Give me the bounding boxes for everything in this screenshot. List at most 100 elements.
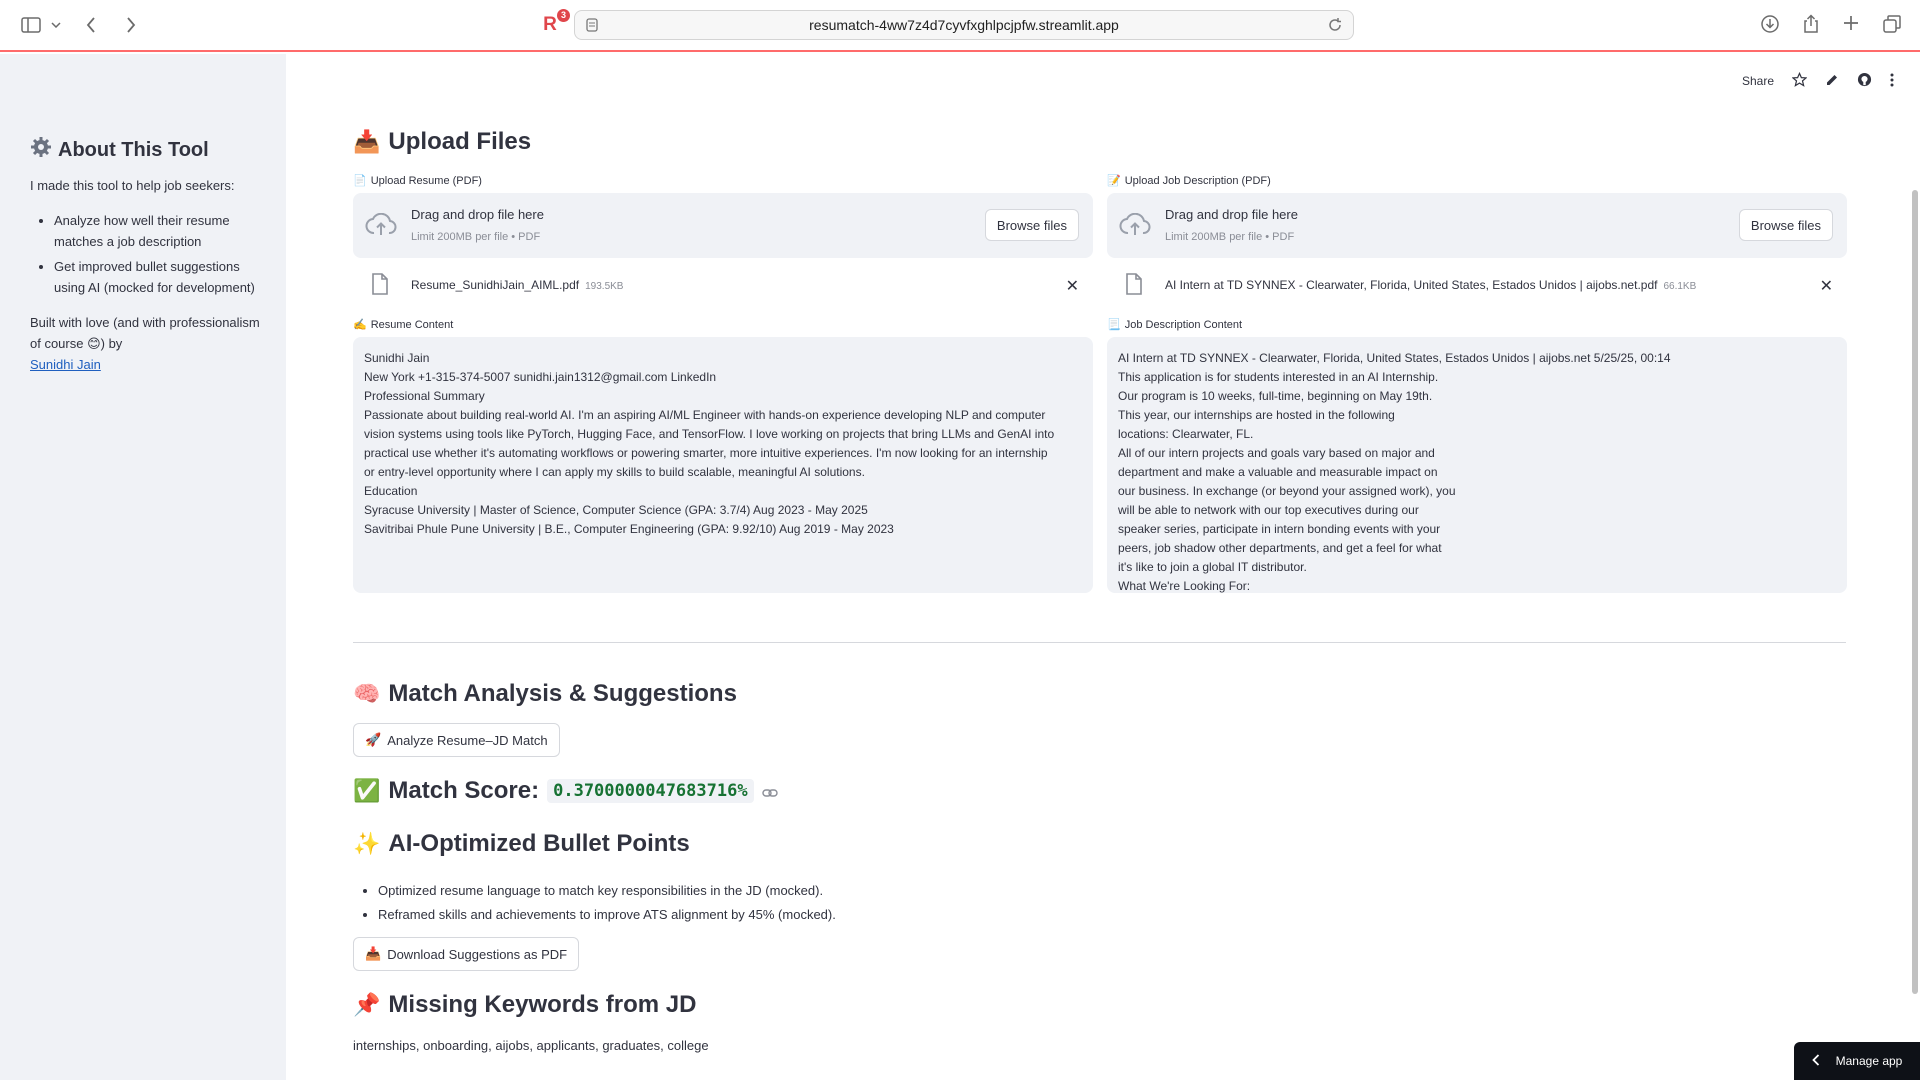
sidebar-footer: Built with love (and with professionalis…: [30, 312, 260, 375]
manage-app-label: Manage app: [1835, 1054, 1903, 1068]
file-icon: [371, 273, 389, 300]
dropzone-title: Drag and drop file here: [411, 207, 544, 222]
edit-icon[interactable]: [1825, 73, 1839, 90]
document-icon: 📃: [1107, 319, 1121, 331]
match-score-label: Match Score:: [388, 777, 540, 804]
dropzone-limit: Limit 200MB per file • PDF: [411, 231, 541, 243]
upload-heading-text: Upload Files: [388, 128, 532, 155]
browser-nav: [20, 14, 142, 36]
resume-content-label: ✍️ Resume Content: [353, 318, 1093, 332]
sidebar-list-item: Analyze how well their resume matches a …: [54, 210, 274, 252]
brain-icon: 🧠: [353, 681, 381, 706]
file-size: 66.1KB: [1663, 281, 1697, 292]
match-score-value: 0.3700000047683716%: [547, 779, 754, 803]
keywords-heading: 📌 Missing Keywords from JD: [353, 991, 696, 1019]
resume-uploaded-file: Resume_SunidhiJain_AIML.pdf 193.5KB ✕: [353, 258, 1093, 312]
link-icon[interactable]: [761, 777, 778, 805]
inbox-tray-icon: 📥: [365, 946, 382, 961]
resume-upload-label: 📄 Upload Resume (PDF): [353, 174, 1093, 188]
gear-icon: [30, 136, 52, 164]
download-icon[interactable]: [1760, 14, 1780, 39]
bullet-item: Optimized resume language to match key r…: [378, 879, 836, 903]
jd-content-label-text: Job Description Content: [1124, 318, 1243, 331]
remove-file-close-icon[interactable]: ✕: [1066, 276, 1079, 296]
jd-content-textarea[interactable]: AI Intern at TD SYNNEX - Clearwater, Flo…: [1107, 337, 1847, 593]
file-icon: [1125, 273, 1143, 300]
github-icon[interactable]: [1857, 72, 1872, 90]
sidebar-list: Analyze how well their resume matches a …: [54, 210, 274, 302]
file-name-text: Resume_SunidhiJain_AIML.pdf: [411, 278, 580, 292]
cloud-upload-icon: [365, 212, 397, 242]
rocket-icon: 🚀: [365, 732, 382, 747]
resume-column: 📄 Upload Resume (PDF) Drag and drop file…: [353, 174, 1093, 593]
file-size: 193.5KB: [585, 281, 624, 292]
memo-icon: 📝: [1107, 175, 1121, 187]
chevron-left-icon: [1811, 1053, 1820, 1069]
url-text: resumatch-4ww7z4d7cyvfxghlpcjpfw.streaml…: [809, 17, 1119, 33]
site-settings-icon[interactable]: [585, 17, 599, 36]
resume-upload-label-text: Upload Resume (PDF): [370, 174, 482, 187]
sidebar-toggle-icon[interactable]: [20, 14, 42, 36]
more-options-icon[interactable]: [1890, 73, 1894, 90]
address-area: R 3 resumatch-4ww7z4d7cyvfxghlpcjpfw.str…: [538, 9, 1354, 40]
back-icon[interactable]: [80, 14, 102, 36]
jd-upload-label: 📝 Upload Job Description (PDF): [1107, 174, 1847, 188]
sidebar: About This Tool I made this tool to help…: [0, 54, 286, 1080]
jd-dropzone[interactable]: Drag and drop file here Limit 200MB per …: [1107, 193, 1847, 258]
analysis-heading: 🧠 Match Analysis & Suggestions: [353, 680, 737, 708]
browser-chrome: R 3 resumatch-4ww7z4d7cyvfxghlpcjpfw.str…: [0, 0, 1920, 52]
manage-app-button[interactable]: Manage app: [1794, 1042, 1920, 1080]
inbox-tray-icon: 📥: [353, 129, 381, 154]
section-divider: [353, 642, 1846, 643]
download-button-label: Download Suggestions as PDF: [387, 946, 568, 962]
address-bar[interactable]: resumatch-4ww7z4d7cyvfxghlpcjpfw.streaml…: [574, 10, 1354, 40]
pushpin-icon: 📌: [353, 992, 381, 1017]
jd-column: 📝 Upload Job Description (PDF) Drag and …: [1107, 174, 1847, 593]
extension-letter: R: [543, 14, 557, 35]
file-name: AI Intern at TD SYNNEX - Clearwater, Flo…: [1165, 278, 1696, 292]
cloud-upload-icon: [1119, 212, 1151, 242]
jd-uploaded-file: AI Intern at TD SYNNEX - Clearwater, Flo…: [1107, 258, 1847, 312]
sidebar-intro: I made this tool to help job seekers:: [30, 178, 235, 193]
writing-hand-icon: ✍️: [353, 319, 367, 331]
reload-icon[interactable]: [1327, 17, 1343, 36]
resume-dropzone[interactable]: Drag and drop file here Limit 200MB per …: [353, 193, 1093, 258]
jd-content-label: 📃 Job Description Content: [1107, 318, 1847, 332]
sparkles-icon: ✨: [353, 831, 381, 856]
sidebar-footer-text: Built with love (and with professionalis…: [30, 315, 260, 351]
resume-browse-button[interactable]: Browse files: [984, 209, 1079, 241]
check-mark-icon: ✅: [353, 778, 381, 803]
scrollbar[interactable]: [1912, 190, 1918, 994]
bullet-item: Reframed skills and achievements to impr…: [378, 903, 836, 927]
analysis-heading-text: Match Analysis & Suggestions: [388, 680, 737, 707]
star-icon[interactable]: [1791, 71, 1808, 90]
keywords-heading-text: Missing Keywords from JD: [388, 991, 697, 1018]
chevron-down-icon[interactable]: [50, 14, 62, 36]
resume-content-textarea[interactable]: Sunidhi Jain New York +1-315-374-5007 su…: [353, 337, 1093, 593]
new-tab-icon[interactable]: [1842, 14, 1860, 39]
share-icon[interactable]: [1802, 14, 1820, 39]
page-icon: 📄: [353, 175, 367, 187]
download-suggestions-button[interactable]: 📥 Download Suggestions as PDF: [353, 937, 580, 971]
upload-heading: 📥 Upload Files: [353, 128, 531, 156]
app-toolbar: Share: [1742, 71, 1894, 90]
file-name: Resume_SunidhiJain_AIML.pdf 193.5KB: [411, 278, 623, 292]
share-button[interactable]: Share: [1742, 74, 1774, 88]
dropzone-title: Drag and drop file here: [1165, 207, 1298, 222]
bullet-list: Optimized resume language to match key r…: [378, 879, 836, 927]
file-name-text: AI Intern at TD SYNNEX - Clearwater, Flo…: [1165, 278, 1658, 292]
forward-icon[interactable]: [120, 14, 142, 36]
jd-browse-button[interactable]: Browse files: [1738, 209, 1833, 241]
sidebar-title: About This Tool: [30, 136, 209, 164]
main-content: Share 📥 Upload Files 📄 Upload Resume (PD…: [286, 54, 1920, 1080]
tabs-overview-icon[interactable]: [1882, 14, 1902, 39]
dropzone-limit: Limit 200MB per file • PDF: [1165, 231, 1295, 243]
remove-file-close-icon[interactable]: ✕: [1820, 276, 1833, 296]
analyze-button-label: Analyze Resume–JD Match: [387, 732, 548, 748]
author-link[interactable]: Sunidhi Jain: [30, 357, 101, 372]
jd-upload-label-text: Upload Job Description (PDF): [1124, 174, 1271, 187]
missing-keywords: internships, onboarding, aijobs, applica…: [353, 1038, 709, 1053]
bullets-heading-text: AI-Optimized Bullet Points: [388, 830, 690, 857]
analyze-button[interactable]: 🚀 Analyze Resume–JD Match: [353, 723, 560, 757]
extension-icon[interactable]: R 3: [538, 9, 570, 38]
